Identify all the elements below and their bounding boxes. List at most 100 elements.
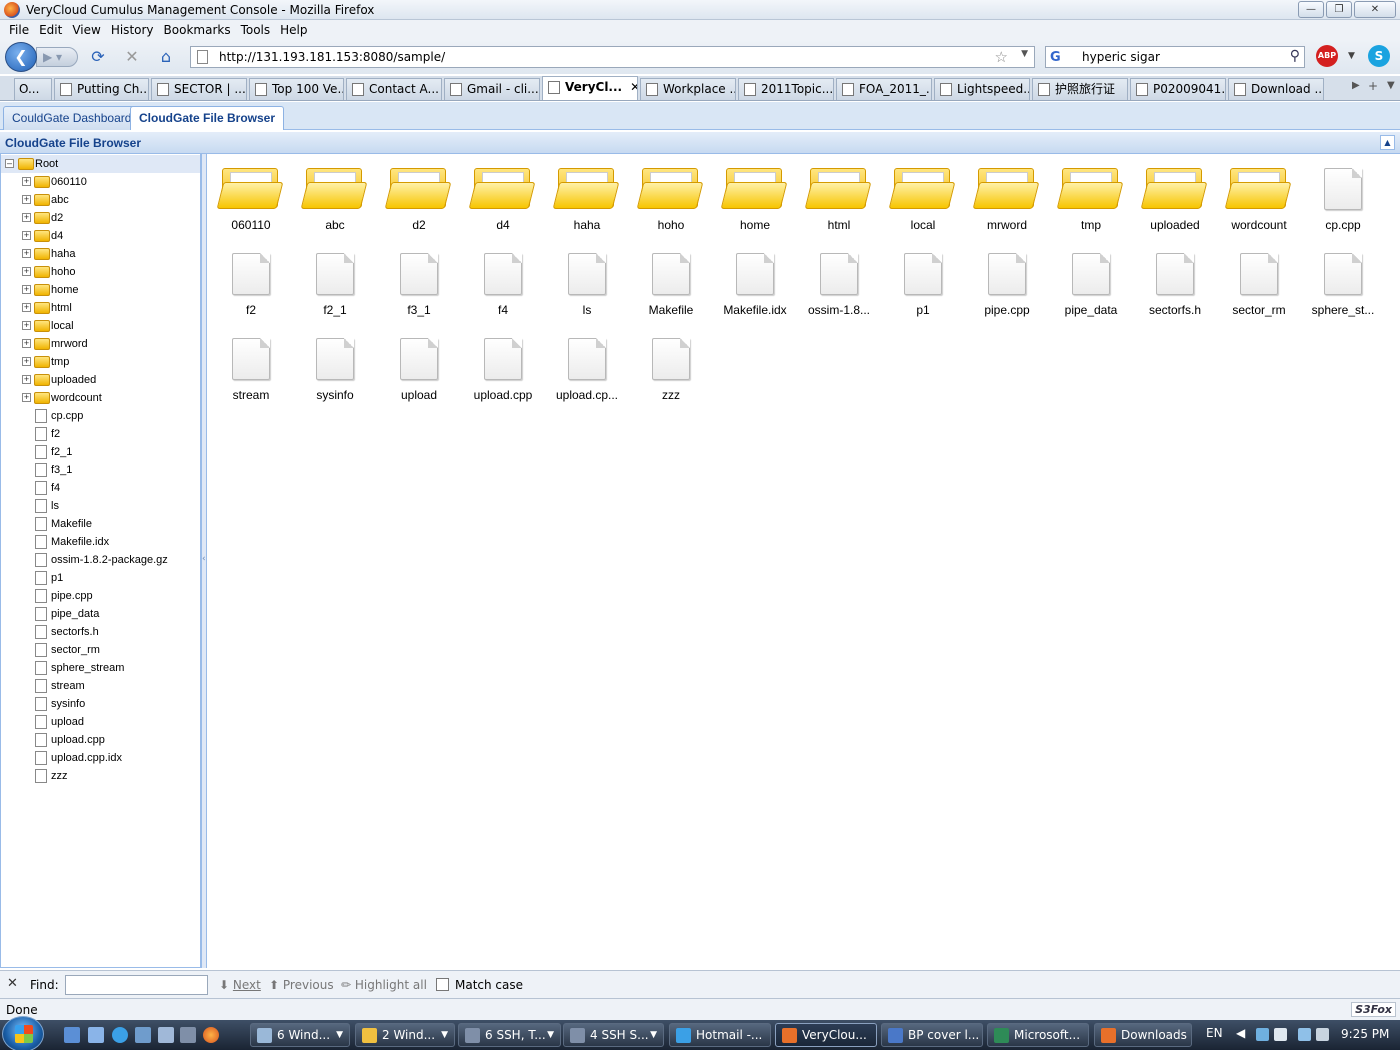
menu-tools[interactable]: Tools (236, 23, 276, 37)
bookmark-star-icon[interactable]: ☆ (995, 48, 1008, 66)
tree-file-node[interactable]: cp.cpp (1, 407, 200, 425)
group-dropdown-icon[interactable]: ▼ (441, 1024, 448, 1046)
tree-file-node[interactable]: sphere_stream (1, 659, 200, 677)
file-item[interactable]: zzz (629, 324, 713, 404)
volume-icon[interactable] (1316, 1028, 1329, 1041)
taskbar-button[interactable]: 4 SSH S... ▼ (563, 1023, 664, 1047)
folder-item[interactable]: abc (293, 154, 377, 234)
file-item[interactable]: upload.cpp (461, 324, 545, 404)
tree-folder-node[interactable]: + uploaded (1, 371, 200, 389)
show-desktop-icon[interactable] (64, 1027, 80, 1043)
tree-file-node[interactable]: pipe_data (1, 605, 200, 623)
file-item[interactable]: sysinfo (293, 324, 377, 404)
tree-file-node[interactable]: upload.cpp.idx (1, 749, 200, 767)
file-item[interactable]: p1 (881, 239, 965, 319)
tree-folder-node[interactable]: + abc (1, 191, 200, 209)
menu-file[interactable]: File (4, 23, 34, 37)
tree-root[interactable]: – Root (1, 155, 200, 173)
url-text[interactable]: http://131.193.181.153:8080/sample/ (219, 50, 445, 64)
browser-tab[interactable]: SECTOR | ... (151, 78, 247, 100)
tree-file-node[interactable]: upload.cpp (1, 731, 200, 749)
browser-tab[interactable]: Putting Ch... (54, 78, 149, 100)
file-item[interactable]: f2_1 (293, 239, 377, 319)
firefox-quicklaunch-icon[interactable] (203, 1027, 219, 1043)
tree-file-node[interactable]: ossim-1.8.2-package.gz (1, 551, 200, 569)
file-item[interactable]: ls (545, 239, 629, 319)
browser-tab[interactable]: Gmail - cli... (444, 78, 540, 100)
url-bar[interactable]: http://131.193.181.153:8080/sample/ ☆ ▼ (190, 46, 1035, 68)
taskbar-button[interactable]: BP cover l... (881, 1023, 983, 1047)
file-item[interactable]: ossim-1.8... (797, 239, 881, 319)
tree-file-node[interactable]: sectorfs.h (1, 623, 200, 641)
folder-item[interactable]: hoho (629, 154, 713, 234)
browser-tab[interactable]: 2011Topic... (738, 78, 834, 100)
collapse-root-icon[interactable]: – (5, 159, 14, 168)
group-dropdown-icon[interactable]: ▼ (336, 1024, 343, 1046)
tree-file-node[interactable]: f4 (1, 479, 200, 497)
ssh-client-icon[interactable] (180, 1027, 196, 1043)
close-find-bar-icon[interactable]: ✕ (7, 976, 18, 991)
tab-scroll-right-icon[interactable]: ▶ (1352, 80, 1360, 91)
browser-tab[interactable]: O... (14, 78, 52, 100)
network-icon[interactable] (158, 1027, 174, 1043)
language-indicator[interactable]: EN (1206, 1026, 1223, 1040)
tree-folder-node[interactable]: + mrword (1, 335, 200, 353)
tree-file-node[interactable]: f2 (1, 425, 200, 443)
tree-file-node[interactable]: zzz (1, 767, 200, 785)
taskbar-button[interactable]: Downloads (1094, 1023, 1192, 1047)
tree-folder-node[interactable]: + d2 (1, 209, 200, 227)
tree-folder-node[interactable]: + hoho (1, 263, 200, 281)
window-title-bar[interactable]: VeryCloud Cumulus Management Console - M… (0, 0, 1400, 20)
taskbar-button[interactable]: Microsoft... (987, 1023, 1089, 1047)
search-go-icon[interactable]: ⚲ (1290, 48, 1300, 64)
reload-icon[interactable]: ⟳ (88, 47, 108, 67)
find-next-button[interactable]: ⬇ Next (219, 978, 261, 992)
folder-item[interactable]: tmp (1049, 154, 1133, 234)
tree-file-node[interactable]: stream (1, 677, 200, 695)
tree-file-node[interactable]: p1 (1, 569, 200, 587)
expand-icon[interactable]: + (22, 375, 31, 384)
url-dropdown-icon[interactable]: ▼ (1021, 49, 1028, 59)
browser-tab[interactable]: Contact A... (346, 78, 442, 100)
browser-tab[interactable]: Top 100 Ve... (249, 78, 344, 100)
tree-file-node[interactable]: ls (1, 497, 200, 515)
home-icon[interactable]: ⌂ (156, 47, 176, 67)
adblock-dropdown-icon[interactable]: ▼ (1348, 51, 1355, 61)
switch-windows-icon[interactable] (88, 1027, 104, 1043)
browser-tab[interactable]: Download ... (1228, 78, 1324, 100)
highlight-all-button[interactable]: ✏ Highlight all (341, 978, 427, 992)
folder-item[interactable]: uploaded (1133, 154, 1217, 234)
mail-icon[interactable] (1274, 1028, 1287, 1041)
find-previous-button[interactable]: ⬆ Previous (269, 978, 334, 992)
new-tab-icon[interactable]: + (1368, 79, 1378, 93)
start-button[interactable] (2, 1016, 44, 1050)
expand-icon[interactable]: + (22, 195, 31, 204)
maximize-button[interactable]: ❐ (1326, 1, 1352, 18)
expand-icon[interactable]: + (22, 393, 31, 402)
file-item[interactable]: f4 (461, 239, 545, 319)
adblock-plus-icon[interactable]: ABP (1316, 45, 1338, 67)
tree-file-node[interactable]: f3_1 (1, 461, 200, 479)
file-item[interactable]: sector_rm (1217, 239, 1301, 319)
show-hidden-icons-icon[interactable]: ◀ (1236, 1026, 1245, 1040)
find-input[interactable] (65, 975, 208, 995)
folder-item[interactable]: wordcount (1217, 154, 1301, 234)
search-bar[interactable]: G hyperic sigar ⚲ (1045, 46, 1305, 68)
menu-help[interactable]: Help (275, 23, 312, 37)
search-input[interactable]: hyperic sigar (1082, 50, 1160, 64)
expand-icon[interactable]: + (22, 249, 31, 258)
folder-item[interactable]: mrword (965, 154, 1049, 234)
internet-explorer-icon[interactable] (112, 1027, 128, 1043)
folder-item[interactable]: d2 (377, 154, 461, 234)
tab-dashboard[interactable]: CouldGate Dashboard (3, 106, 141, 130)
tree-file-node[interactable]: sysinfo (1, 695, 200, 713)
remote-desktop-icon[interactable] (135, 1027, 151, 1043)
menu-view[interactable]: View (67, 23, 105, 37)
group-dropdown-icon[interactable]: ▼ (547, 1024, 554, 1046)
close-button[interactable]: ✕ (1354, 1, 1396, 18)
tree-folder-node[interactable]: +060110 (1, 173, 200, 191)
collapse-west-icon[interactable]: ‹ (202, 554, 206, 564)
browser-tab[interactable]: Workplace ... (640, 78, 736, 100)
tree-file-node[interactable]: pipe.cpp (1, 587, 200, 605)
taskbar-button[interactable]: 2 Wind... ▼ (355, 1023, 455, 1047)
